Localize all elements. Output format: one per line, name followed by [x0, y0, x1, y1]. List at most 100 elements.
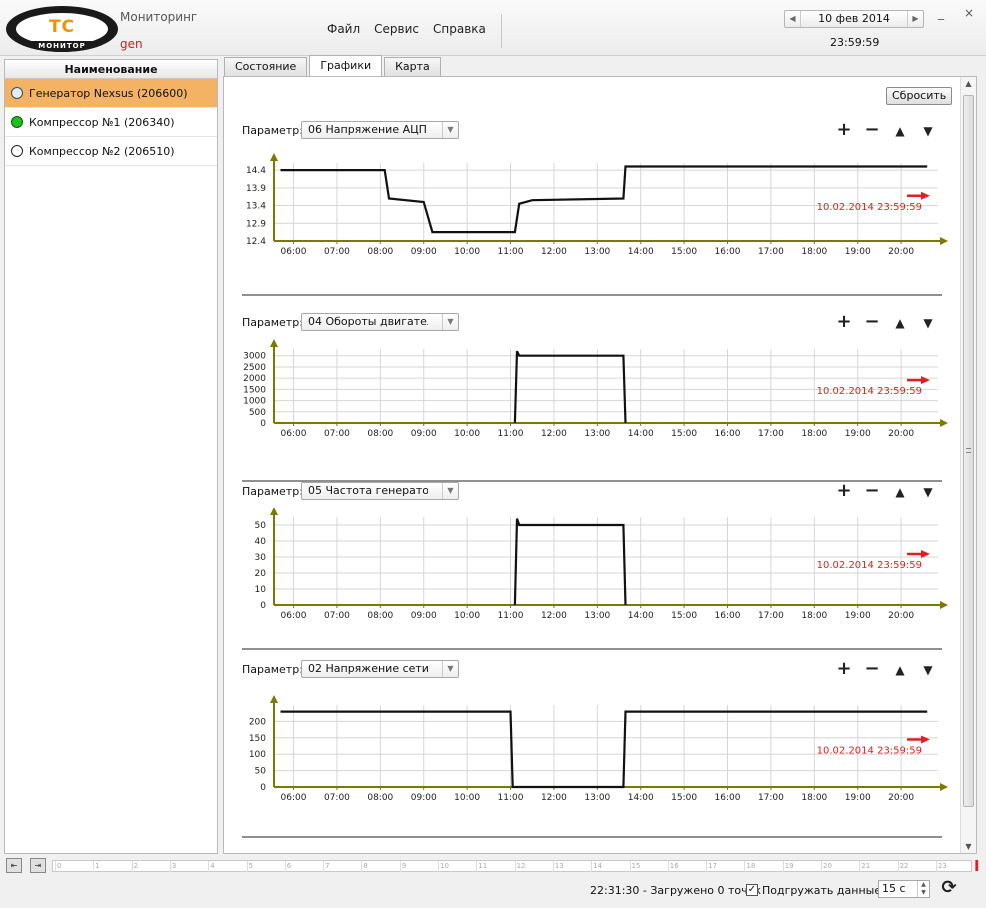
prev-date-icon[interactable]: ◀ — [785, 11, 801, 27]
x-tick-label: 11:00 — [498, 611, 524, 621]
device-item-compressor-1[interactable]: Компрессор №1 (206340) — [5, 108, 217, 137]
x-tick-label: 14:00 — [628, 793, 654, 803]
parameter-select[interactable]: 02 Напряжение сети ▼ — [301, 660, 459, 678]
x-axis-arrow — [940, 237, 948, 245]
minus-icon[interactable]: − — [864, 313, 880, 331]
scroll-up-icon[interactable]: ▲ — [961, 79, 976, 88]
timeline-tick-label: 15 — [629, 861, 641, 872]
timeline-tick-label: 0 — [55, 861, 62, 872]
timeline-expand-icon[interactable]: ⇥ — [30, 858, 46, 873]
plus-icon[interactable]: + — [836, 121, 852, 139]
y-tick-label: 12.4 — [246, 237, 266, 247]
minus-icon[interactable]: − — [864, 121, 880, 139]
up-icon[interactable]: ▲ — [892, 315, 908, 331]
data-series-line — [513, 518, 627, 606]
minus-icon[interactable]: − — [864, 482, 880, 500]
down-icon[interactable]: ▼ — [920, 315, 936, 331]
date-value: 10 фев 2014 — [818, 12, 890, 25]
timeline-track[interactable]: 0 1 2 3 4 5 6 7 8 9 10 11 12 13 14 15 16 17 18 19 20 21 22 23 — [52, 860, 972, 872]
spinner-arrows-icon[interactable]: ▲ ▼ — [917, 881, 929, 897]
x-tick-label: 11:00 — [498, 429, 524, 439]
up-icon[interactable]: ▲ — [892, 662, 908, 678]
x-tick-label: 09:00 — [411, 429, 437, 439]
plus-icon[interactable]: + — [836, 482, 852, 500]
x-tick-label: 14:00 — [628, 429, 654, 439]
y-tick-label: 10 — [255, 585, 267, 595]
scroll-down-icon[interactable]: ▼ — [961, 842, 976, 851]
down-icon[interactable]: ▼ — [920, 662, 936, 678]
down-icon[interactable]: ▼ — [920, 123, 936, 139]
down-icon[interactable]: ▼ — [920, 484, 936, 500]
autoload-label: Подгружать данные — [762, 884, 882, 897]
line-chart: 05001000 1500200025003000 06:00 07:00 08:00 0… — [242, 339, 948, 482]
interval-value: 15 с — [882, 882, 906, 895]
x-tick-label: 09:00 — [411, 611, 437, 621]
device-item-compressor-2[interactable]: Компрессор №2 (206510) — [5, 137, 217, 166]
parameter-value: 06 Напряжение АЦП пи — [308, 123, 428, 136]
timeline-tick-label: 11 — [476, 861, 488, 872]
date-picker[interactable]: ◀ 10 фев 2014 ▶ — [784, 10, 924, 28]
x-tick-label: 14:00 — [628, 611, 654, 621]
tab-bar: Состояние Графики Карта — [224, 55, 443, 76]
tab-map[interactable]: Карта — [384, 57, 441, 76]
plus-icon[interactable]: + — [836, 660, 852, 678]
x-tick-label: 06:00 — [281, 247, 307, 257]
menu-service[interactable]: Сервис — [367, 14, 426, 48]
device-label: Компрессор №1 (206340) — [29, 116, 175, 129]
parameter-select[interactable]: 05 Частота генератор ▼ — [301, 482, 459, 500]
status-dot-icon — [11, 87, 23, 99]
marker-arrowhead-icon — [921, 735, 930, 744]
device-list-header: Наименование — [5, 60, 217, 79]
parameter-label: Параметр: — [242, 485, 303, 498]
parameter-select[interactable]: 06 Напряжение АЦП пи ▼ — [301, 121, 459, 139]
close-icon[interactable]: × — [962, 6, 976, 20]
marker-arrowhead-icon — [921, 191, 930, 200]
parameter-select[interactable]: 04 Обороты двигател: ▼ — [301, 313, 459, 331]
autoload-checkbox[interactable]: ✓ — [746, 884, 758, 896]
tab-charts[interactable]: Графики — [309, 55, 383, 76]
x-tick-label: 17:00 — [758, 429, 784, 439]
scroll-thumb[interactable] — [963, 95, 974, 807]
x-tick-label: 06:00 — [281, 793, 307, 803]
parameter-label: Параметр: — [242, 663, 303, 676]
minus-icon[interactable]: − — [864, 660, 880, 678]
minimize-icon[interactable]: _ — [934, 6, 948, 20]
vertical-scrollbar[interactable]: ▲ ▼ — [960, 77, 976, 853]
monitoring-app-window: TC МОНИТОР Мониторинг gen Файл Сервис Сп… — [0, 0, 986, 908]
timeline-tick-label: 5 — [246, 861, 253, 872]
timeline-tick-label: 22 — [897, 861, 909, 872]
menu-file[interactable]: Файл — [320, 14, 367, 48]
timeline-cursor-icon[interactable]: I — [974, 857, 980, 875]
tab-status[interactable]: Состояние — [224, 57, 308, 76]
y-tick-label: 12.9 — [246, 219, 266, 229]
y-tick-label: 1000 — [243, 397, 266, 407]
timeline-collapse-icon[interactable]: ⇤ — [6, 858, 22, 873]
chevron-down-icon: ▼ — [442, 483, 458, 499]
device-label: Компрессор №2 (206510) — [29, 145, 175, 158]
x-tick-label: 18:00 — [801, 247, 827, 257]
x-tick-label: 06:00 — [281, 429, 307, 439]
chevron-down-icon: ▼ — [442, 122, 458, 138]
x-tick-label: 07:00 — [324, 611, 350, 621]
menu-help[interactable]: Справка — [426, 14, 493, 48]
reset-button[interactable]: Сбросить — [886, 87, 953, 105]
device-label: Генератор Nexsus (206600) — [29, 87, 188, 100]
interval-spinner[interactable]: 15 с ▲ ▼ — [878, 880, 930, 898]
parameter-label: Параметр: — [242, 316, 303, 329]
next-date-icon[interactable]: ▶ — [907, 11, 923, 27]
parameter-value: 02 Напряжение сети — [308, 662, 428, 675]
y-tick-label: 13.4 — [246, 202, 266, 212]
refresh-icon[interactable]: ⟳ — [940, 879, 958, 897]
up-icon[interactable]: ▲ — [892, 123, 908, 139]
timeline-scrollbar[interactable]: ⇤ ⇥ 0 1 2 3 4 5 6 7 8 9 10 11 12 13 14 15 16 17 18 19 20 21 22… — [4, 857, 982, 875]
x-axis-arrow — [940, 601, 948, 609]
y-tick-label: 150 — [249, 734, 266, 744]
x-tick-label: 19:00 — [845, 429, 871, 439]
device-item-generator[interactable]: Генератор Nexsus (206600) — [5, 79, 217, 108]
app-title: Мониторинг — [120, 10, 198, 24]
plus-icon[interactable]: + — [836, 313, 852, 331]
up-icon[interactable]: ▲ — [892, 484, 908, 500]
x-tick-label: 20:00 — [888, 611, 914, 621]
x-axis-arrow — [940, 783, 948, 791]
x-tick-label: 13:00 — [584, 611, 610, 621]
